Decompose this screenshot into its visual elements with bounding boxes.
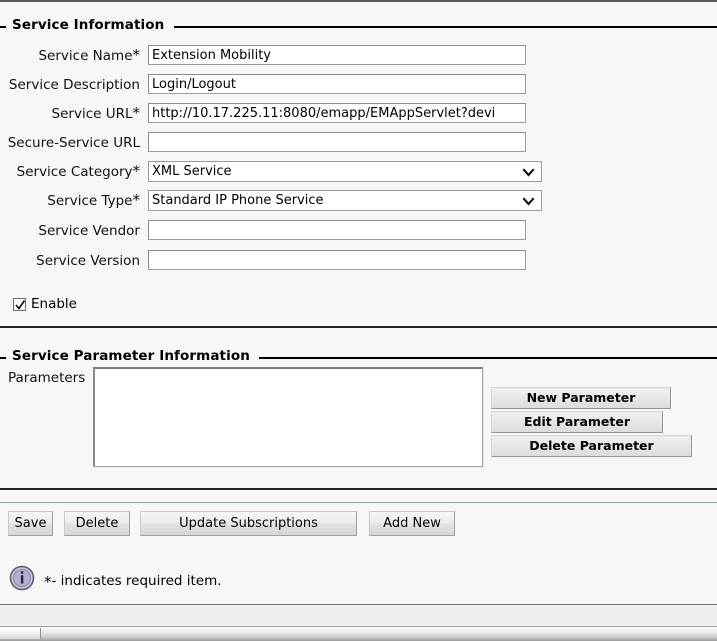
add-new-button[interactable]: Add New	[369, 511, 455, 536]
label-wrap-service-vendor: Service Vendor	[8, 220, 140, 242]
label-service-description: Service Description	[8, 77, 140, 93]
action-bar: Save Delete Update Subscriptions Add New	[0, 503, 717, 543]
delete-parameter-button[interactable]: Delete Parameter	[491, 435, 692, 457]
parameters-bottom-divider	[0, 488, 717, 490]
label-wrap-parameters: Parameters	[8, 367, 88, 389]
required-asterisk: *	[132, 46, 141, 64]
label-wrap-secure-service-url: Secure-Service URL	[8, 132, 140, 154]
save-button[interactable]: Save	[8, 511, 53, 536]
label-wrap-service-version: Service Version	[8, 250, 140, 272]
add-new-button-label: Add New	[383, 516, 441, 531]
enable-checkbox[interactable]	[13, 298, 26, 311]
service-category-selected-value: XML Service	[152, 164, 232, 179]
legend-line-left	[0, 357, 6, 359]
required-asterisk: *	[132, 104, 141, 122]
label-parameters: Parameters	[8, 370, 86, 386]
service-parameter-information-legend-text: Service Parameter Information	[10, 348, 254, 364]
required-item-note-text: *- indicates required item.	[44, 571, 222, 591]
service-version-input[interactable]	[148, 250, 526, 270]
label-wrap-service-category: Service Category*	[8, 161, 140, 183]
new-parameter-button-label: New Parameter	[526, 390, 636, 405]
required-asterisk: *	[44, 573, 52, 591]
delete-button-label: Delete	[75, 516, 119, 531]
label-service-name: Service Name*	[38, 46, 141, 65]
label-wrap-service-url: Service URL*	[8, 103, 140, 125]
legend-line-left	[0, 26, 6, 28]
label-service-vendor: Service Vendor	[38, 223, 140, 239]
service-information-bottom-divider	[0, 326, 717, 328]
service-description-input[interactable]	[148, 74, 526, 94]
legend-line-right	[174, 26, 717, 28]
required-asterisk: *	[132, 191, 141, 209]
legend-line-right	[259, 357, 717, 359]
secure-service-url-input[interactable]	[148, 132, 526, 152]
enable-checkbox-label: Enable	[31, 296, 77, 312]
info-icon	[9, 565, 35, 591]
update-subscriptions-button-label: Update Subscriptions	[179, 516, 318, 531]
delete-button[interactable]: Delete	[64, 511, 130, 536]
chevron-down-icon	[522, 166, 535, 179]
service-category-select[interactable]: XML Service	[148, 161, 542, 182]
chevron-down-icon	[522, 195, 535, 208]
label-wrap-service-name: Service Name*	[8, 45, 140, 67]
label-service-category: Service Category*	[16, 162, 141, 181]
edit-parameter-button-label: Edit Parameter	[523, 414, 631, 429]
service-configuration-page: Service Information Service Name* Servic…	[0, 0, 717, 641]
service-name-input[interactable]	[148, 45, 526, 65]
required-item-note: *- indicates required item.	[0, 560, 717, 594]
label-service-type: Service Type*	[47, 191, 141, 210]
label-service-version: Service Version	[36, 253, 140, 269]
label-service-url: Service URL*	[51, 104, 141, 123]
service-type-select[interactable]: Standard IP Phone Service	[148, 190, 542, 211]
delete-parameter-button-label: Delete Parameter	[529, 438, 654, 453]
save-button-label: Save	[14, 516, 47, 531]
horizontal-scrollbar[interactable]	[0, 626, 717, 641]
label-wrap-service-type: Service Type*	[8, 190, 140, 212]
service-type-selected-value: Standard IP Phone Service	[152, 193, 324, 208]
required-asterisk: *	[132, 162, 141, 180]
service-url-input[interactable]	[148, 103, 526, 123]
horizontal-scrollbar-thumb[interactable]	[0, 628, 41, 639]
page-top-divider	[0, 0, 717, 2]
service-information-legend: Service Information	[0, 17, 717, 34]
label-wrap-service-description: Service Description	[8, 74, 140, 96]
parameters-listbox[interactable]	[93, 367, 483, 467]
bottom-filler-band	[0, 605, 717, 625]
service-parameter-information-legend: Service Parameter Information	[0, 348, 717, 365]
new-parameter-button[interactable]: New Parameter	[491, 387, 671, 409]
required-item-note-label: - indicates required item.	[51, 573, 222, 589]
label-secure-service-url: Secure-Service URL	[7, 135, 140, 151]
service-vendor-input[interactable]	[148, 220, 526, 240]
update-subscriptions-button[interactable]: Update Subscriptions	[140, 511, 357, 536]
enable-checkbox-row[interactable]: Enable	[13, 296, 103, 314]
service-information-legend-text: Service Information	[10, 17, 169, 33]
edit-parameter-button[interactable]: Edit Parameter	[491, 411, 663, 433]
